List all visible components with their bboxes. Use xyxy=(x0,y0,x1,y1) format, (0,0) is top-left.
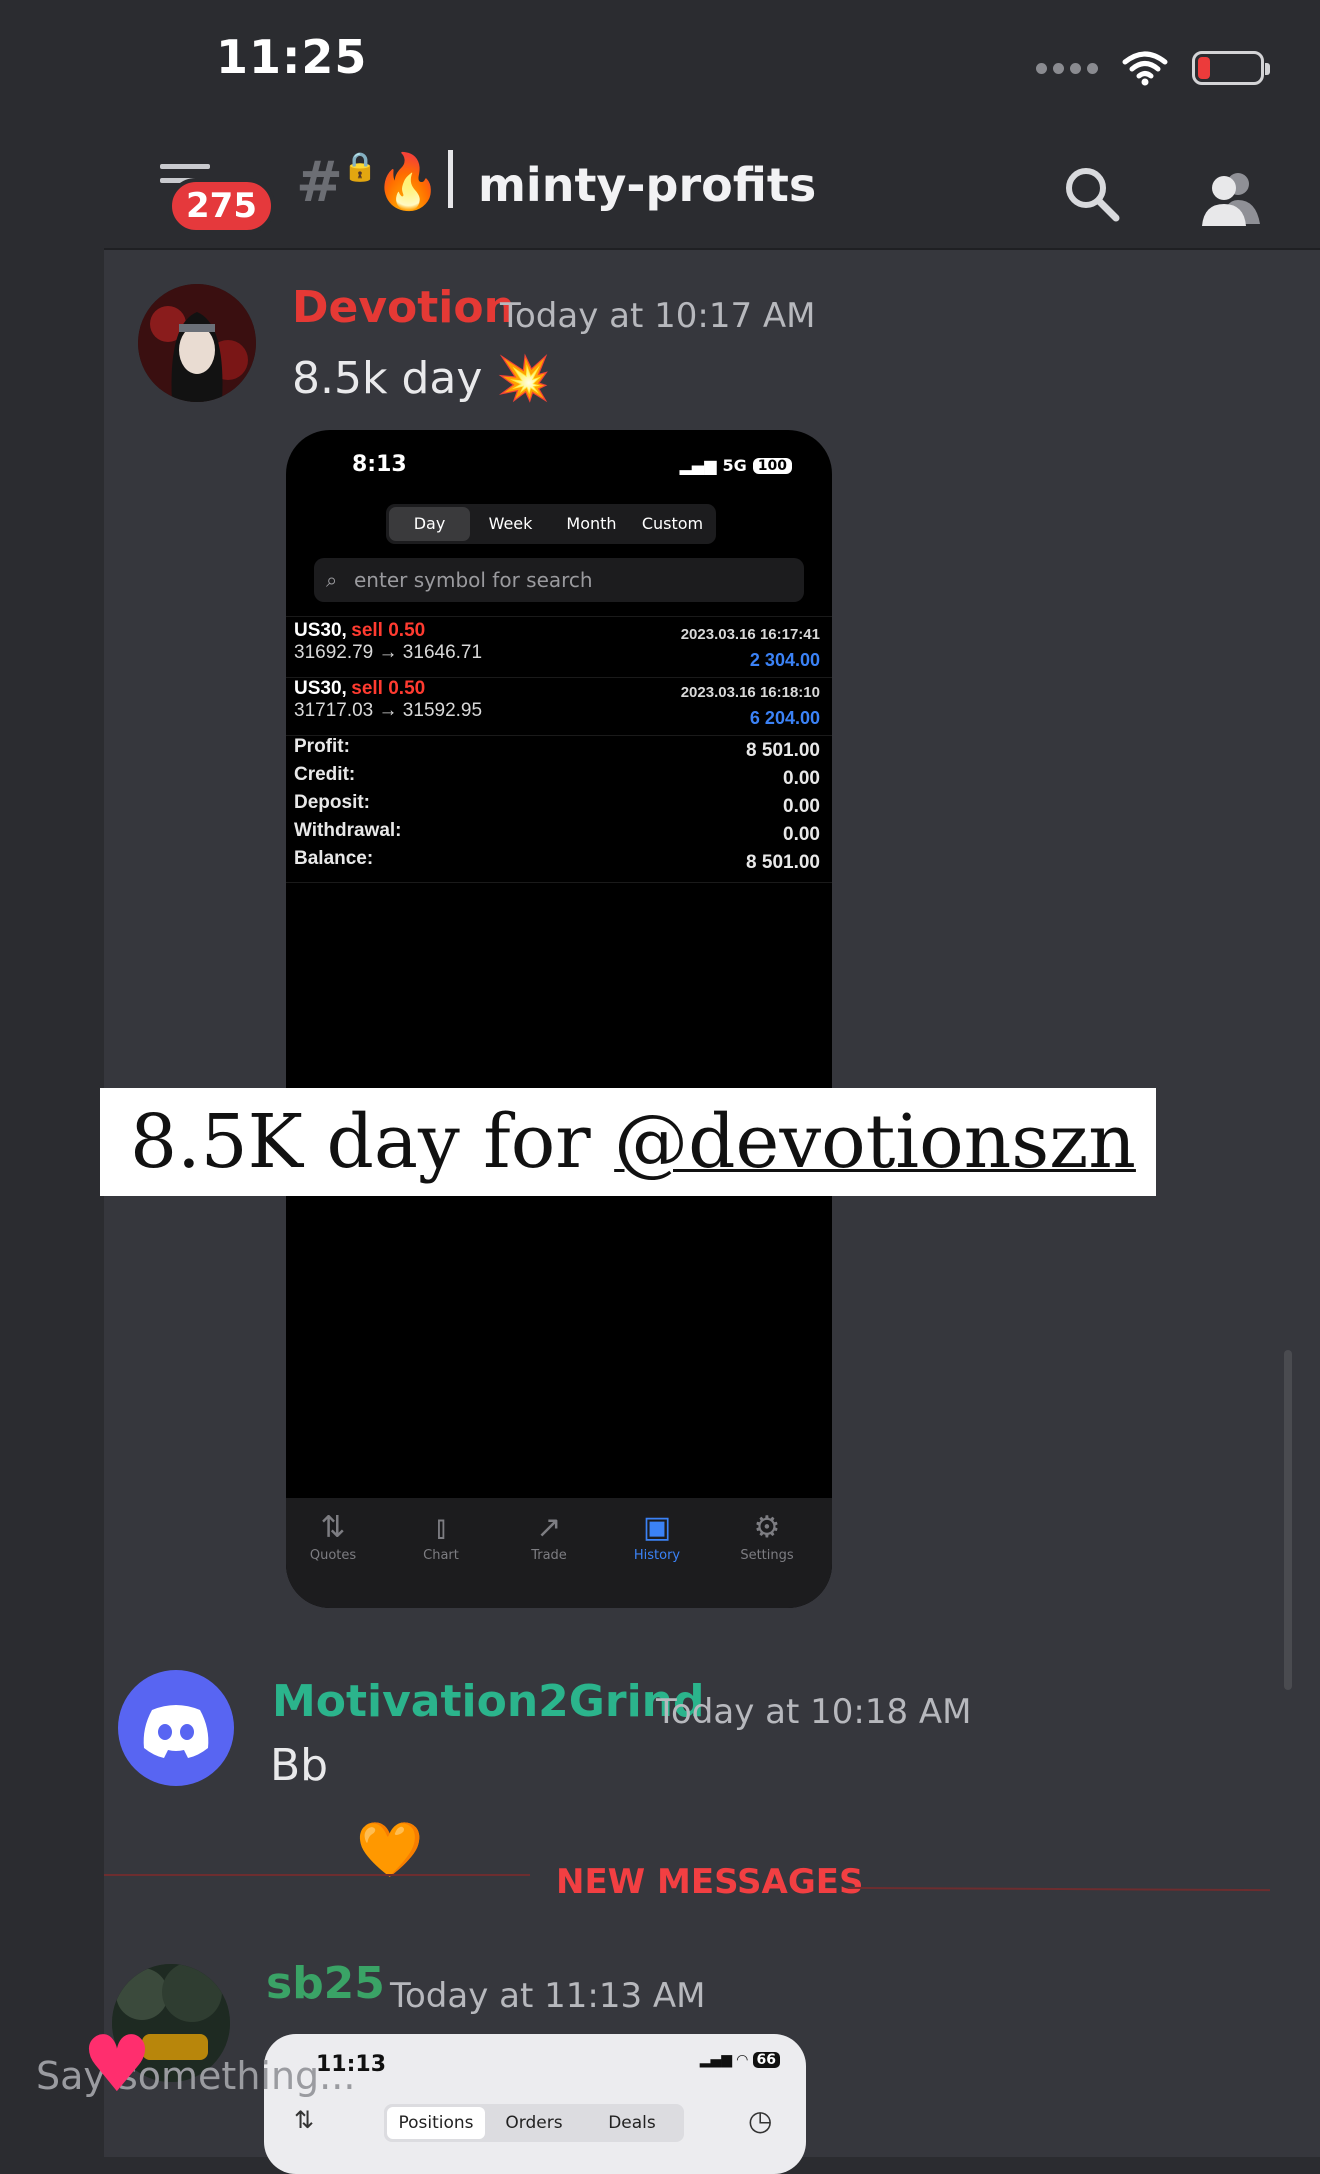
trade-icon: ↗ xyxy=(536,1510,562,1545)
heart-icon: 🧡 xyxy=(356,1818,424,1881)
tab-custom[interactable]: Custom xyxy=(632,507,713,541)
tab-day[interactable]: Day xyxy=(389,507,470,541)
shot-status-time: 8:13 xyxy=(352,452,407,477)
new-messages-label: NEW MESSAGES xyxy=(556,1862,864,1902)
summary-label: Balance: xyxy=(294,848,374,869)
summary-label: Credit: xyxy=(294,764,356,785)
attachment-image[interactable]: 8:13 ▂▄▆ 5G 100 Day Week Month Custom ⌕ en… xyxy=(286,430,832,1608)
tab-settings[interactable]: ⚙ Settings xyxy=(722,1508,812,1563)
timestamp: Today at 10:18 AM xyxy=(656,1692,972,1732)
tab-trade[interactable]: ↗ Trade xyxy=(504,1508,594,1563)
signal-dots-icon xyxy=(1036,62,1098,74)
tab-history[interactable]: ▣ History xyxy=(612,1508,702,1563)
username[interactable]: sb25 xyxy=(266,1958,385,2009)
period-segmented-control: Day Week Month Custom xyxy=(386,504,716,544)
sort-icon[interactable]: ⇅ xyxy=(294,2106,314,2134)
search-icon[interactable] xyxy=(1062,164,1122,224)
message-text: 8.5k day 💥 xyxy=(292,353,552,404)
divider xyxy=(286,882,832,883)
channel-separator xyxy=(448,150,453,208)
search-icon: ⌕ xyxy=(326,568,338,592)
locked-channel-icon: #🔒 xyxy=(296,150,378,215)
symbol-search-input[interactable]: ⌕ enter symbol for search xyxy=(314,558,804,602)
tab-quotes[interactable]: ⇅ Quotes xyxy=(288,1508,378,1563)
scrollbar[interactable] xyxy=(1284,1350,1292,1690)
battery-icon xyxy=(1192,51,1270,85)
history-icon: ▣ xyxy=(642,1510,672,1545)
clock-icon[interactable]: ◷ xyxy=(748,2104,772,2137)
fire-icon: 🔥 xyxy=(374,150,442,213)
tab-chart[interactable]: ⫾ Chart xyxy=(396,1508,486,1563)
tab-week[interactable]: Week xyxy=(470,507,551,541)
summary-label: Profit: xyxy=(294,736,350,757)
summary-value: 0.00 xyxy=(783,796,820,817)
quotes-icon: ⇅ xyxy=(320,1510,346,1545)
summary-label: Deposit: xyxy=(294,792,370,813)
unread-badge: 275 xyxy=(168,178,275,234)
timestamp: Today at 10:17 AM xyxy=(500,296,816,336)
message-text: Bb xyxy=(270,1740,329,1791)
shot-status-icons: ▂▄▆ 5G 100 xyxy=(680,456,792,475)
avatar[interactable] xyxy=(118,1670,234,1786)
summary-value: 8 501.00 xyxy=(746,852,820,873)
avatar[interactable] xyxy=(138,284,256,402)
timestamp: Today at 11:13 AM xyxy=(390,1976,706,2016)
username[interactable]: Devotion xyxy=(292,282,515,333)
wifi-icon xyxy=(1122,51,1168,86)
summary-value: 0.00 xyxy=(783,768,820,789)
members-icon[interactable] xyxy=(1198,168,1264,228)
trade-row[interactable]: US30, sell 0.50 31692.79 → 31646.71 2023… xyxy=(294,620,820,676)
status-time: 11:25 xyxy=(216,30,368,84)
header-divider xyxy=(104,248,1320,250)
tab-positions[interactable]: Positions xyxy=(387,2107,485,2139)
gear-icon: ⚙ xyxy=(753,1510,781,1545)
divider-line xyxy=(104,1874,530,1876)
divider xyxy=(286,735,832,736)
orders-segmented-control: Positions Orders Deals xyxy=(384,2104,684,2142)
chart-icon: ⫾ xyxy=(436,1510,446,1545)
divider xyxy=(286,616,832,617)
tab-month[interactable]: Month xyxy=(551,507,632,541)
discord-logo-icon xyxy=(143,1705,209,1758)
summary-value: 0.00 xyxy=(783,824,820,845)
story-caption: 8.5K day for @devotionszn xyxy=(100,1088,1156,1196)
trade-row[interactable]: US30, sell 0.50 31717.03 → 31592.95 2023… xyxy=(294,678,820,734)
summary-label: Withdrawal: xyxy=(294,820,402,841)
tab-orders[interactable]: Orders xyxy=(485,2107,583,2139)
summary-value: 8 501.00 xyxy=(746,740,820,761)
status-icons xyxy=(1036,50,1270,86)
tab-deals[interactable]: Deals xyxy=(583,2107,681,2139)
mention-link[interactable]: @devotionszn xyxy=(614,1099,1136,1185)
username[interactable]: Motivation2Grind xyxy=(272,1676,705,1727)
collision-emoji: 💥 xyxy=(496,353,552,404)
shot-status-icons: ▂▄▆ ◠ 66 xyxy=(700,2052,780,2068)
channel-name[interactable]: minty-profits xyxy=(478,158,816,212)
heart-icon[interactable]: ♥ xyxy=(82,2020,152,2110)
app-tab-bar: ⇅ Quotes ⫾ Chart ↗ Trade ▣ History ⚙ Settings xyxy=(286,1498,832,1608)
